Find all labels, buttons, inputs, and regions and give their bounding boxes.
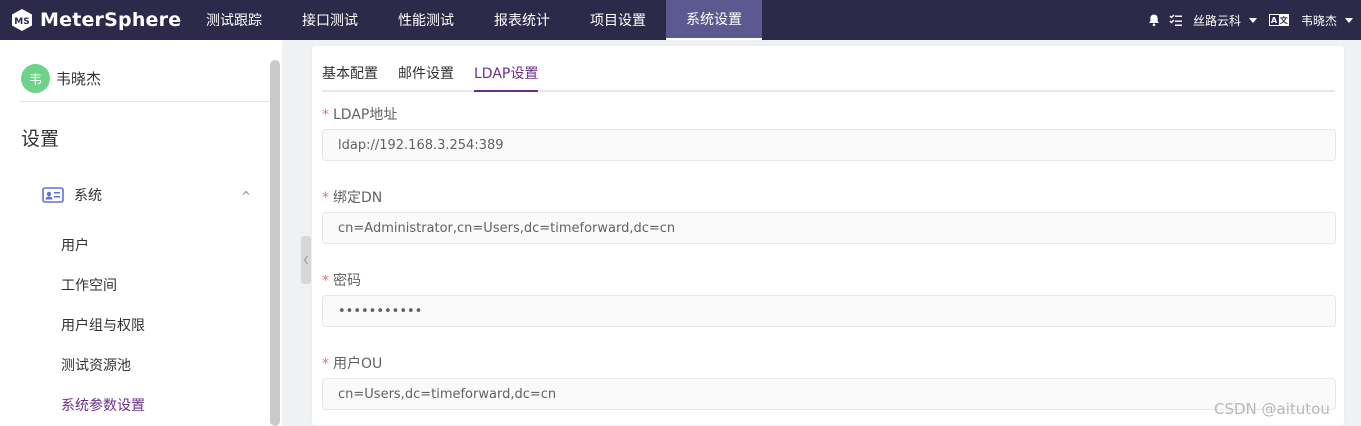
sidebar: 韦 韦晓杰 设置 系统 用户 工作空间 用户组与权限 测试资源池 系统参数设置 [0, 40, 282, 426]
workspace-switcher[interactable]: 丝路云科 [1169, 12, 1257, 29]
ldap-url-label-text: LDAP地址 [333, 107, 398, 123]
tab-mail-settings[interactable]: 邮件设置 [398, 63, 454, 92]
password-input[interactable]: ••••••••••• [322, 295, 1336, 327]
logo[interactable]: MS MeterSphere [0, 0, 186, 40]
nav-report-stats[interactable]: 报表统计 [474, 0, 570, 40]
svg-text:MS: MS [14, 17, 29, 27]
sidebar-item-user-groups[interactable]: 用户组与权限 [61, 315, 145, 335]
main-nav: 测试跟踪 接口测试 性能测试 报表统计 项目设置 系统设置 [186, 0, 762, 40]
ldap-url-label: * LDAP地址 [322, 104, 397, 124]
sidebar-item-resource-pool[interactable]: 测试资源池 [61, 355, 131, 375]
workspace-name: 丝路云科 [1192, 13, 1241, 28]
password-label: * 密码 [322, 270, 361, 290]
header-right: 丝路云科 A 文 韦晓杰 [1147, 0, 1361, 40]
task-list-icon [1169, 14, 1182, 26]
sidebar-scrollbar[interactable] [270, 60, 280, 426]
sidebar-item-users[interactable]: 用户 [61, 235, 89, 255]
svg-text:文: 文 [1280, 15, 1289, 25]
sidebar-user-name: 韦晓杰 [56, 70, 102, 88]
sidebar-menu-system[interactable]: 系统 [42, 185, 258, 205]
password-label-text: 密码 [333, 273, 361, 289]
notification-button[interactable] [1147, 13, 1161, 27]
nav-system-settings[interactable]: 系统设置 [666, 0, 762, 40]
sidebar-collapse-handle[interactable] [301, 236, 311, 284]
nav-test-track[interactable]: 测试跟踪 [186, 0, 282, 40]
chevron-left-icon [303, 255, 308, 265]
sidebar-user: 韦 韦晓杰 [21, 64, 101, 93]
settings-tabs: 基本配置 邮件设置 LDAP设置 [322, 46, 1335, 92]
user-ou-input[interactable]: cn=Users,dc=timeforward,dc=cn [322, 378, 1336, 410]
avatar: 韦 [21, 64, 50, 93]
translate-icon: A 文 [1268, 14, 1289, 26]
svg-text:A: A [1271, 16, 1278, 25]
required-mark: * [322, 190, 329, 206]
nav-api-test[interactable]: 接口测试 [282, 0, 378, 40]
app-name: MeterSphere [40, 9, 182, 31]
sidebar-title: 设置 [21, 128, 60, 150]
metersphere-logo-icon: MS [12, 9, 32, 31]
nav-performance-test[interactable]: 性能测试 [378, 0, 474, 40]
top-navbar: MS MeterSphere 测试跟踪 接口测试 性能测试 报表统计 项目设置 … [0, 0, 1361, 40]
chevron-down-icon [1248, 17, 1257, 23]
id-card-icon [42, 187, 64, 203]
ldap-url-input[interactable]: ldap://192.168.3.254:389 [322, 129, 1336, 161]
bind-dn-label: * 绑定DN [322, 187, 382, 207]
sidebar-system-label: 系统 [74, 188, 102, 204]
sidebar-divider [20, 101, 270, 102]
tab-ldap-settings[interactable]: LDAP设置 [474, 63, 539, 92]
bell-icon [1148, 14, 1159, 27]
required-mark: * [322, 107, 329, 123]
header-user-name: 韦晓杰 [1300, 13, 1337, 28]
user-ou-label: * 用户OU [322, 353, 382, 373]
chevron-down-icon [1345, 17, 1353, 23]
language-switcher[interactable]: A 文 [1268, 14, 1289, 26]
bind-dn-input[interactable]: cn=Administrator,cn=Users,dc=timeforward… [322, 212, 1336, 244]
sidebar-item-workspace[interactable]: 工作空间 [61, 275, 117, 295]
sidebar-item-system-params[interactable]: 系统参数设置 [61, 395, 145, 415]
required-mark: * [322, 273, 329, 289]
user-menu[interactable]: 韦晓杰 [1301, 12, 1353, 29]
main-panel: 基本配置 邮件设置 LDAP设置 * LDAP地址 ldap://192.168.… [311, 45, 1345, 426]
nav-project-settings[interactable]: 项目设置 [570, 0, 666, 40]
tab-basic-config[interactable]: 基本配置 [322, 63, 378, 92]
bind-dn-label-text: 绑定DN [333, 190, 383, 206]
chevron-up-icon [242, 190, 250, 195]
watermark: CSDN @aitutou [1214, 400, 1330, 418]
user-ou-label-text: 用户OU [333, 356, 383, 372]
required-mark: * [322, 356, 329, 372]
